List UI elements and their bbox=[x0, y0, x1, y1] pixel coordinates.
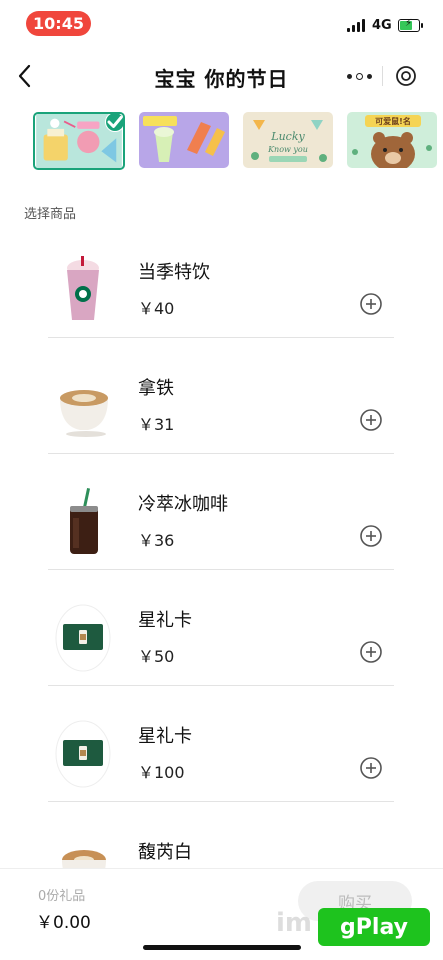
add-icon[interactable] bbox=[359, 524, 383, 548]
add-icon[interactable] bbox=[359, 756, 383, 780]
network-type: 4G bbox=[372, 18, 392, 33]
product-price: ￥40 bbox=[138, 299, 175, 318]
product-price: ￥36 bbox=[138, 531, 175, 550]
product-price: ￥31 bbox=[138, 415, 175, 434]
product-list: 当季特饮 ￥40 拿铁 ￥31 冷萃冰咖啡 ￥36 星礼卡 ￥50 星礼卡 ￥1… bbox=[48, 222, 394, 918]
card-design-bear[interactable]: 可爱鼠!名 bbox=[347, 112, 437, 168]
product-row[interactable]: 冷萃冰咖啡 ￥36 bbox=[48, 454, 394, 570]
home-indicator bbox=[143, 945, 301, 950]
watermark-logo: gPlay bbox=[318, 908, 430, 946]
product-name: 拿铁 bbox=[138, 378, 174, 399]
lucky-text: Lucky bbox=[270, 130, 305, 143]
bear-card-text: 可爱鼠!名 bbox=[375, 116, 411, 126]
product-row[interactable]: 星礼卡 ￥100 bbox=[48, 686, 394, 802]
signal-icon bbox=[347, 18, 365, 32]
product-name: 星礼卡 bbox=[138, 726, 192, 747]
more-icon[interactable] bbox=[337, 59, 382, 93]
status-bar: 10:45 4G ⚡ bbox=[0, 0, 443, 46]
pink-frappuccino-image bbox=[67, 256, 99, 320]
product-row[interactable]: 星礼卡 ￥50 bbox=[48, 570, 394, 686]
star-gift-card-image bbox=[55, 720, 111, 788]
add-icon[interactable] bbox=[359, 408, 383, 432]
card-design-party[interactable] bbox=[33, 112, 125, 170]
card-design-lucky[interactable]: Lucky Know you bbox=[243, 112, 333, 168]
gift-count: 0份礼品 bbox=[38, 889, 86, 904]
card-design-ice-drinks[interactable] bbox=[139, 112, 229, 168]
product-name: 馥芮白 bbox=[138, 842, 192, 863]
star-gift-card-image bbox=[55, 604, 111, 672]
card-design-strip: Lucky Know you 可爱鼠!名 bbox=[33, 112, 437, 172]
product-name: 星礼卡 bbox=[138, 610, 192, 631]
nav-bar: 宝宝 你的节日 bbox=[0, 50, 443, 102]
product-row[interactable]: 当季特饮 ￥40 bbox=[48, 222, 394, 338]
battery-icon: ⚡ bbox=[398, 18, 423, 32]
ice-drinks-card-art bbox=[139, 112, 229, 168]
product-price: ￥50 bbox=[138, 647, 175, 666]
mini-program-capsule bbox=[337, 59, 429, 93]
product-name: 冷萃冰咖啡 bbox=[138, 494, 228, 515]
watermark-prefix: im bbox=[276, 908, 313, 938]
close-mini-program-icon[interactable] bbox=[383, 59, 428, 93]
know-you-text: Know you bbox=[267, 145, 308, 154]
add-icon[interactable] bbox=[359, 640, 383, 664]
add-icon[interactable] bbox=[359, 292, 383, 316]
latte-cup-image bbox=[60, 390, 108, 437]
product-name: 当季特饮 bbox=[138, 262, 210, 283]
lucky-card-art: Lucky Know you bbox=[243, 112, 333, 168]
bear-card-art: 可爱鼠!名 bbox=[347, 112, 437, 168]
selected-check-icon bbox=[105, 114, 123, 132]
total-price: ￥0.00 bbox=[36, 913, 91, 933]
section-label: 选择商品 bbox=[24, 207, 77, 222]
status-time: 10:45 bbox=[26, 11, 91, 36]
product-price: ￥100 bbox=[138, 763, 185, 782]
product-row[interactable]: 拿铁 ￥31 bbox=[48, 338, 394, 454]
cold-brew-image bbox=[70, 488, 98, 554]
